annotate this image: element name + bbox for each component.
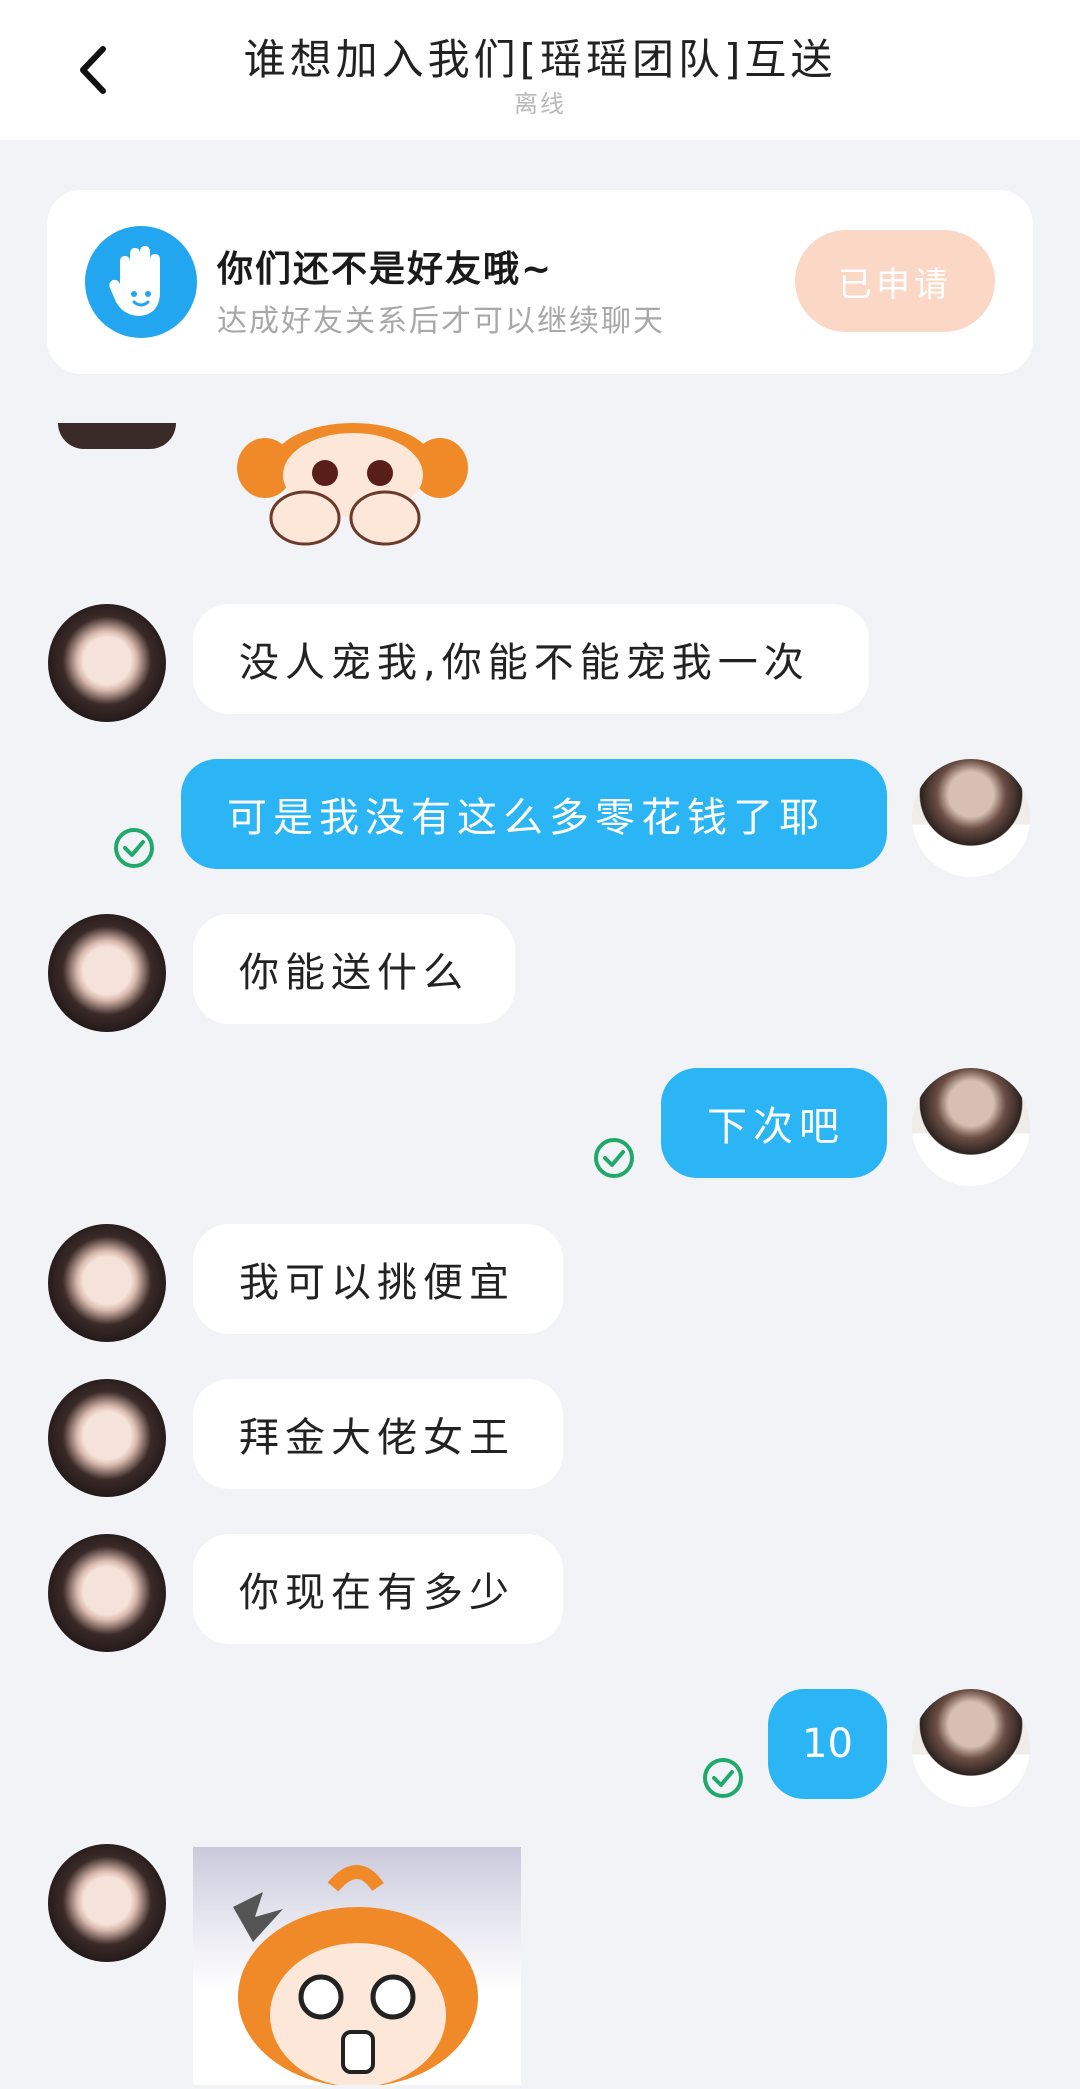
- message-text: 你现在有多少: [239, 1570, 515, 1616]
- message-bubble: 10: [768, 1689, 887, 1799]
- avatar[interactable]: [48, 1224, 166, 1342]
- avatar[interactable]: [48, 1379, 166, 1497]
- avatar[interactable]: [48, 914, 166, 1032]
- notice-subtitle: 达成好友关系后才可以继续聊天: [217, 304, 665, 339]
- avatar[interactable]: [912, 1689, 1030, 1807]
- message-text: 可是我没有这么多零花钱了耶: [227, 795, 825, 841]
- hand-icon: [85, 226, 197, 338]
- message-bubble: 你现在有多少: [193, 1534, 563, 1644]
- message-text: 10: [802, 1721, 853, 1767]
- friend-notice-card: 你们还不是好友哦~ 达成好友关系后才可以继续聊天 已申请: [47, 190, 1033, 374]
- message-text: 你能送什么: [239, 950, 469, 996]
- chat-title: 谁想加入我们[瑶瑶团队]互送: [243, 35, 837, 84]
- message-bubble: 拜金大佬女王: [193, 1379, 563, 1489]
- avatar[interactable]: [912, 1068, 1030, 1186]
- message-bubble: 下次吧: [661, 1068, 887, 1178]
- read-check-icon: [592, 1136, 636, 1180]
- avatar[interactable]: [48, 1844, 166, 1962]
- applied-button[interactable]: 已申请: [795, 230, 995, 332]
- message-bubble: 可是我没有这么多零花钱了耶: [181, 759, 887, 869]
- notice-title: 你们还不是好友哦~: [217, 249, 554, 290]
- sticker-image[interactable]: [235, 423, 475, 553]
- read-check-icon: [701, 1756, 745, 1800]
- read-check-icon: [112, 826, 156, 870]
- chat-header: 谁想加入我们[瑶瑶团队]互送 离线: [0, 0, 1080, 140]
- avatar[interactable]: [58, 423, 176, 449]
- message-bubble: 没人宠我,你能不能宠我一次: [193, 604, 869, 714]
- message-bubble: 我可以挑便宜: [193, 1224, 563, 1334]
- avatar[interactable]: [48, 1534, 166, 1652]
- message-text: 拜金大佬女王: [239, 1415, 515, 1461]
- online-status: 离线: [514, 90, 566, 118]
- message-text: 我可以挑便宜: [239, 1260, 515, 1306]
- message-bubble: 你能送什么: [193, 914, 515, 1024]
- avatar[interactable]: [912, 759, 1030, 877]
- message-text: 下次吧: [707, 1104, 845, 1150]
- avatar[interactable]: [48, 604, 166, 722]
- sticker-image[interactable]: [193, 1847, 521, 2087]
- message-text: 没人宠我,你能不能宠我一次: [239, 640, 810, 686]
